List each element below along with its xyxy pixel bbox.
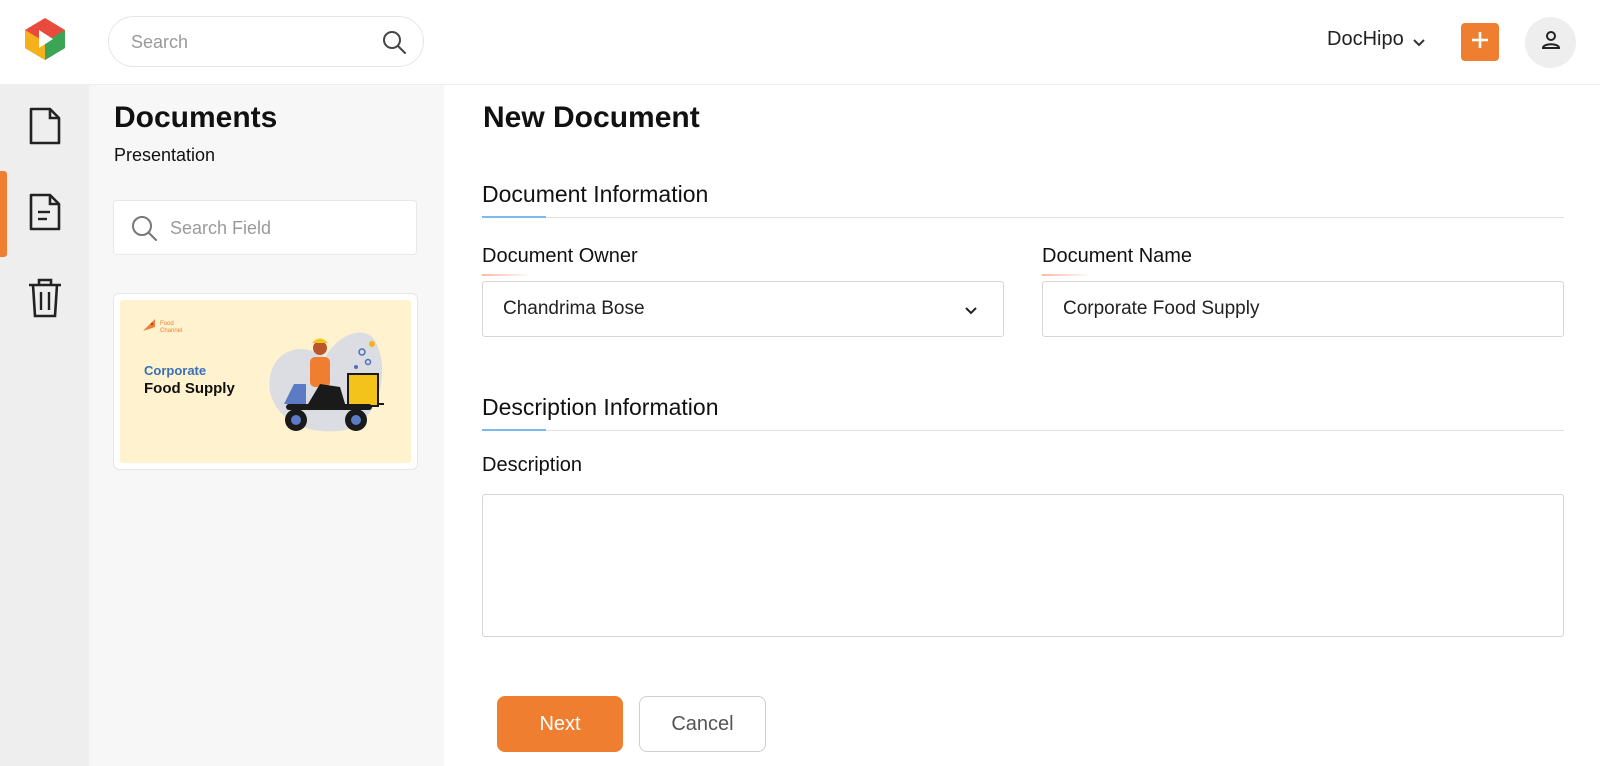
document-icon	[28, 106, 62, 151]
document-name-value: Corporate Food Supply	[1063, 298, 1260, 319]
label-accent	[1042, 274, 1092, 276]
chevron-down-icon	[1412, 33, 1426, 47]
left-rail	[0, 85, 89, 766]
rail-item-trash[interactable]	[0, 257, 89, 343]
document-text-icon	[28, 192, 62, 237]
document-information-heading: Document Information	[482, 181, 709, 207]
template-brand-text: Food Channel	[160, 320, 183, 334]
page-title: New Document	[483, 101, 700, 134]
user-menu-button[interactable]	[1525, 17, 1576, 68]
template-brand: Food Channel	[142, 318, 186, 337]
section-accent	[482, 429, 546, 431]
section-accent	[482, 216, 546, 218]
label-accent	[482, 274, 532, 276]
template-thumbnail: Food Channel Corporate Food Supply	[120, 300, 411, 463]
chevron-down-icon	[963, 303, 979, 319]
template-card[interactable]: Food Channel Corporate Food Supply	[113, 293, 418, 470]
document-name-label: Document Name	[1042, 245, 1193, 267]
dochipo-logo[interactable]	[22, 16, 68, 62]
account-switcher[interactable]: DocHipo	[1327, 28, 1426, 51]
template-line-1: Corporate	[144, 363, 207, 378]
create-button[interactable]	[1461, 23, 1499, 61]
pizza-slice-icon	[142, 318, 156, 337]
document-owner-value: Chandrima Bose	[503, 298, 645, 319]
rail-item-presentations[interactable]	[0, 171, 89, 257]
user-icon	[1540, 29, 1562, 56]
rail-item-documents[interactable]	[0, 85, 89, 171]
description-information-heading: Description Information	[482, 394, 719, 420]
search-placeholder: Search	[131, 32, 189, 52]
divider	[482, 430, 1564, 431]
template-line-2: Food Supply	[144, 380, 235, 397]
field-search-placeholder: Search Field	[170, 218, 272, 238]
next-button[interactable]: Next	[497, 696, 623, 752]
global-search[interactable]: Search	[108, 16, 424, 67]
panel-subtitle: Presentation	[114, 145, 216, 165]
main-content: New Document Document Information Docume…	[444, 85, 1600, 766]
divider	[482, 217, 1564, 218]
top-bar: Search DocHipo	[0, 0, 1600, 85]
plus-icon	[1470, 30, 1490, 55]
description-label: Description	[482, 454, 583, 476]
documents-panel: Documents Presentation Search Field Food…	[89, 85, 444, 766]
cancel-button[interactable]: Cancel	[639, 696, 766, 752]
search-icon[interactable]	[381, 29, 407, 55]
document-owner-label: Document Owner	[482, 245, 638, 267]
description-textarea[interactable]	[482, 494, 1564, 637]
field-search-input[interactable]: Search Field	[113, 200, 417, 255]
delivery-scooter-illustration	[260, 312, 410, 452]
document-name-field[interactable]: Corporate Food Supply	[1042, 281, 1564, 337]
trash-icon	[27, 277, 63, 324]
panel-title: Documents	[114, 101, 278, 134]
document-owner-select[interactable]: Chandrima Bose	[482, 281, 1004, 337]
account-name: DocHipo	[1327, 28, 1404, 50]
search-icon	[130, 214, 158, 242]
